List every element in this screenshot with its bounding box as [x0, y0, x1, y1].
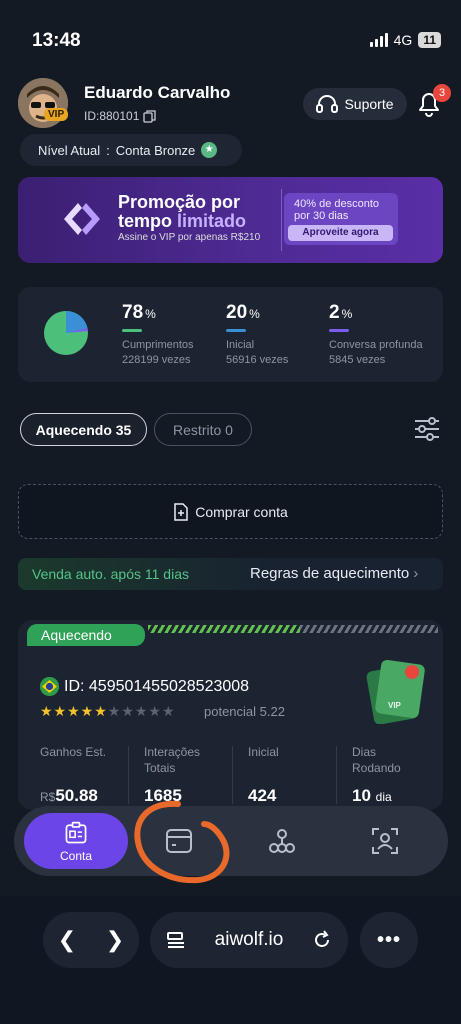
more-options-icon[interactable]: ••• [360, 912, 418, 968]
signal-icon [369, 33, 388, 47]
column-divider [128, 746, 129, 804]
auto-sale-text: Venda auto. após 11 dias [32, 566, 189, 582]
nav-account-label: Conta [59, 848, 93, 863]
promo-cta-button[interactable]: Aproveite agora [288, 225, 393, 241]
initial-label: Inicial [248, 745, 279, 759]
user-id: ID:880101 [84, 109, 157, 123]
promo-title: Promoção por tempo limitado [118, 192, 247, 231]
column-divider [232, 746, 233, 804]
battery-icon: 11 [418, 32, 441, 48]
page-menu-icon[interactable] [166, 930, 186, 950]
level-pill[interactable]: Nível Atual: Conta Bronze ★ [20, 134, 242, 166]
promo-subtitle: Assine o VIP por apenas R$210 [118, 232, 261, 243]
level-value: Conta Bronze [115, 142, 196, 158]
est-earnings-label: Ganhos Est. [40, 745, 107, 759]
level-label: Nível Atual [38, 142, 101, 158]
user-name: Eduardo Carvalho [84, 83, 231, 102]
stats-pie-chart [44, 310, 88, 355]
nav-account-tab[interactable]: Conta [24, 813, 128, 869]
est-earnings-value: R$50.88 [40, 786, 98, 805]
chevron-right-icon: › [413, 565, 419, 582]
reload-icon[interactable] [312, 930, 332, 950]
status-indicators: 4G 11 [369, 32, 441, 48]
buy-account-button[interactable]: Comprar conta [18, 484, 443, 539]
days-running-label: Dias Rodando [352, 745, 401, 775]
url-text: aiwolf.io [214, 929, 284, 950]
progress-stripe-remaining [300, 625, 438, 633]
stat-deep-conversation: 2% Conversa profunda 5845 vezes [329, 302, 423, 366]
notification-count-badge: 3 [433, 84, 451, 102]
tab-restricted[interactable]: Restrito 0 [154, 413, 252, 446]
brazil-flag-icon [40, 677, 59, 696]
days-running-value: 10 dia [352, 786, 392, 805]
forward-arrow-icon[interactable]: ❯ [106, 927, 124, 953]
community-icon[interactable] [267, 826, 297, 856]
aiwolf-logo-icon [64, 203, 100, 235]
vip-card-icon: VIP [366, 659, 425, 724]
url-bar[interactable]: aiwolf.io [150, 912, 348, 968]
initial-value: 424 [248, 786, 277, 805]
discount-text: 40% de desconto por 30 dias [294, 198, 380, 222]
bronze-medal-icon: ★ [201, 142, 218, 158]
banner-divider [281, 189, 282, 251]
total-interactions-value: 1685 [144, 786, 182, 805]
face-scan-icon[interactable] [370, 826, 400, 856]
warming-rules-link[interactable]: Regras de aquecimento › [250, 565, 418, 582]
total-interactions-label: Interações Totais [144, 745, 201, 775]
user-id-text: ID:880101 [84, 109, 140, 123]
network-type: 4G [393, 32, 413, 48]
stat-initial: 20% Inicial 56916 vezes [226, 302, 289, 366]
support-label: Suporte [344, 96, 394, 112]
svg-text:VIP: VIP [388, 701, 402, 710]
account-id: ID: 459501455028523008 [64, 678, 250, 695]
support-button[interactable]: Suporte [303, 88, 407, 120]
copy-icon[interactable] [143, 109, 157, 123]
stat-greetings: 78% Cumprimentos 228199 vezes [122, 302, 194, 366]
status-time: 13:48 [32, 30, 81, 51]
rating-stars: ★★★★★★★★★★ [40, 703, 176, 719]
column-divider [336, 746, 337, 804]
add-document-icon [174, 502, 188, 521]
headset-icon [316, 95, 339, 113]
vip-badge: VIP [44, 108, 69, 121]
browser-nav-arrows: ❮ ❯ [43, 912, 139, 968]
potential-score: potencial 5.22 [204, 704, 285, 719]
buy-account-label: Comprar conta [195, 503, 288, 520]
tab-warming[interactable]: Aquecendo 35 [20, 413, 147, 446]
wallet-card-icon[interactable] [164, 826, 194, 856]
id-card-icon [65, 821, 87, 843]
status-badge: Aquecendo [27, 624, 145, 646]
back-arrow-icon[interactable]: ❮ [58, 927, 76, 953]
filter-settings-icon[interactable] [413, 415, 441, 443]
